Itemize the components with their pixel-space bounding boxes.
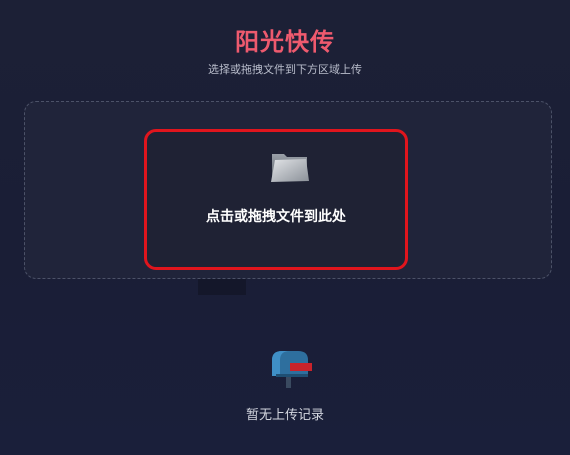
app-title: 阳光快传 (235, 28, 335, 56)
glitch-block (198, 279, 246, 295)
upload-click-label: 点击或拖拽文件到此处 (206, 209, 346, 225)
upload-click-area[interactable]: 点击或拖拽文件到此处 (144, 129, 408, 270)
folder-icon (271, 154, 309, 182)
mailbox-icon (272, 351, 312, 388)
empty-history-text: 暂无上传记录 (245, 408, 324, 423)
app-subtitle: 选择或拖拽文件到下方区域上传 (208, 63, 362, 76)
